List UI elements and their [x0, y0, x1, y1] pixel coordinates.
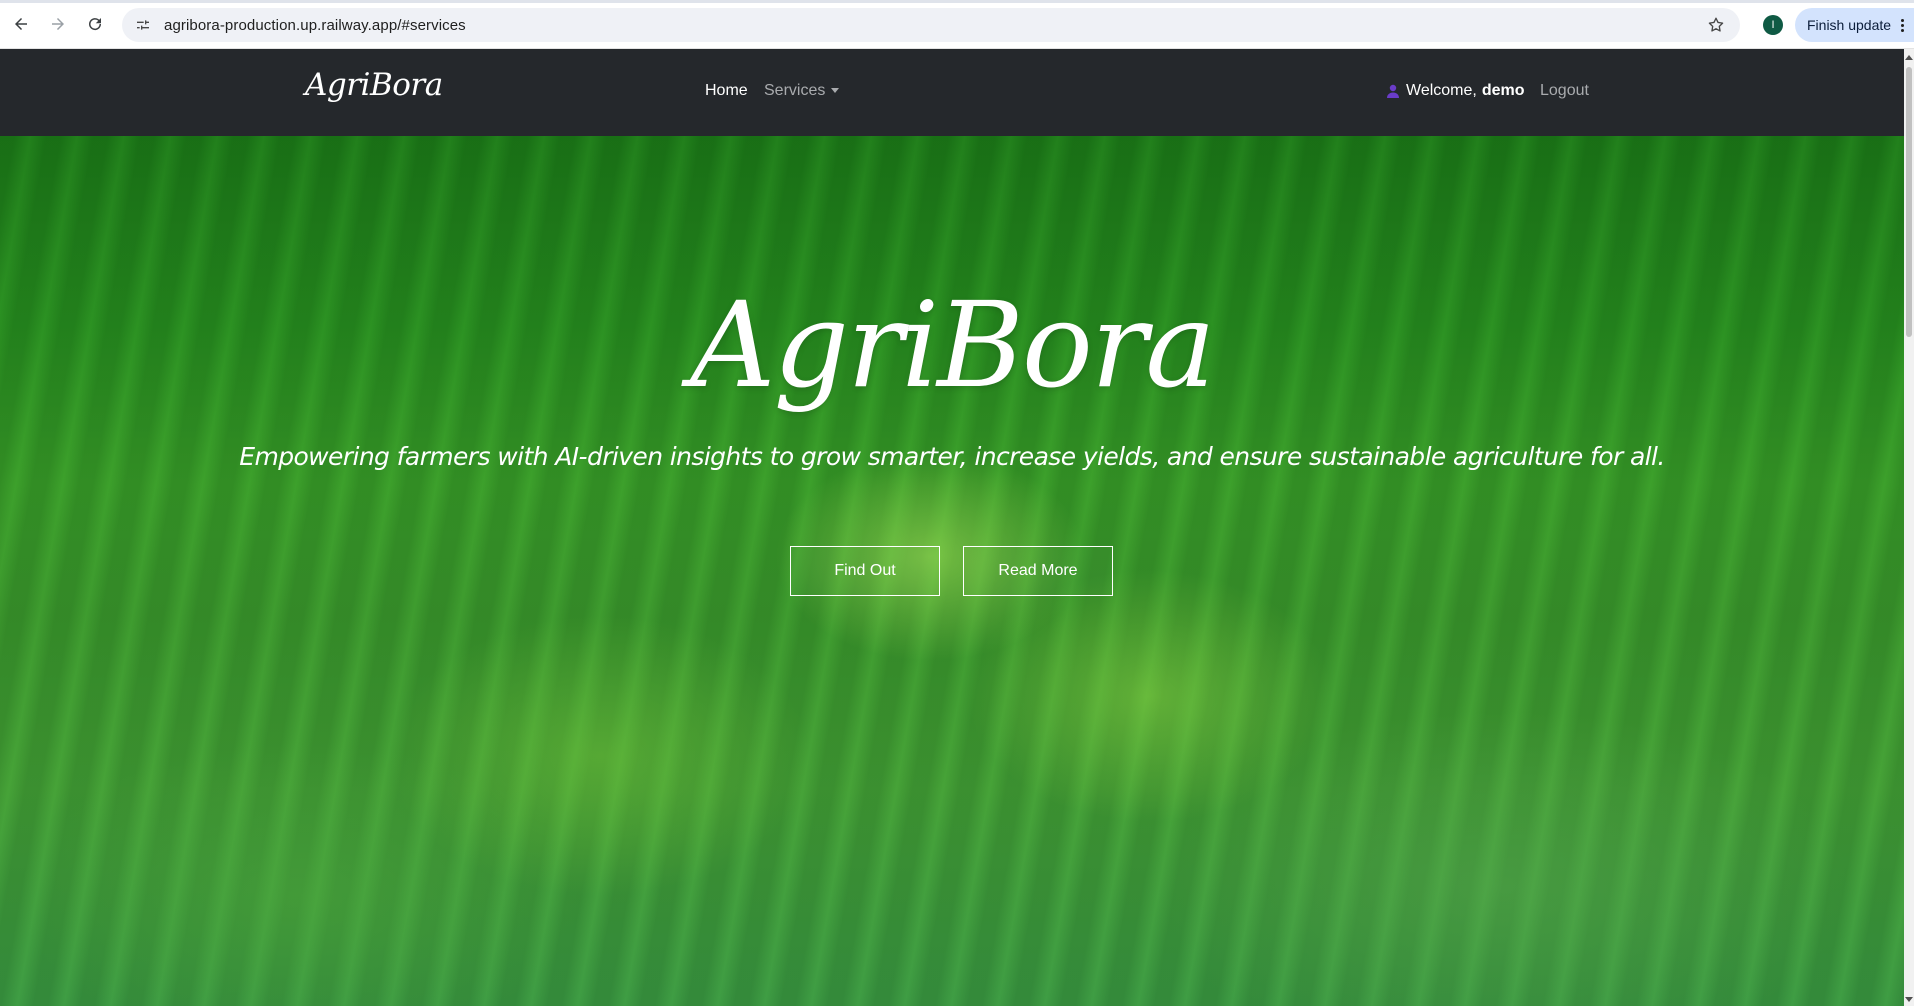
- kebab-menu-icon: [1901, 18, 1905, 32]
- username: demo: [1481, 82, 1525, 99]
- caret-down-icon: [831, 88, 840, 94]
- finish-update-button[interactable]: Finish update: [1795, 8, 1914, 42]
- url-text[interactable]: agribora-production.up.railway.app/#serv…: [164, 17, 466, 34]
- reload-button[interactable]: [77, 6, 113, 42]
- tab-strip-edge: [0, 0, 1914, 3]
- nav-services-dropdown[interactable]: Services: [764, 82, 840, 100]
- find-out-button[interactable]: Find Out: [790, 546, 940, 596]
- user-icon: [1387, 84, 1399, 98]
- logout-link[interactable]: Logout: [1540, 82, 1589, 100]
- bookmark-button[interactable]: [1702, 11, 1730, 39]
- profile-avatar[interactable]: I: [1763, 15, 1783, 35]
- site-info-button[interactable]: [128, 10, 158, 40]
- nav-services-label: Services: [764, 82, 826, 99]
- address-bar[interactable]: agribora-production.up.railway.app/#serv…: [122, 8, 1740, 42]
- tune-icon: [137, 20, 149, 30]
- star-icon: [1708, 17, 1724, 32]
- back-arrow-icon: [15, 18, 27, 30]
- nav-home-link[interactable]: Home: [705, 82, 748, 100]
- forward-arrow-icon: [52, 18, 64, 30]
- browser-toolbar: agribora-production.up.railway.app/#serv…: [0, 0, 1914, 49]
- back-button[interactable]: [3, 6, 39, 42]
- brand-logo[interactable]: AgriBora: [305, 67, 443, 103]
- welcome-prefix: Welcome,: [1406, 82, 1477, 99]
- scroll-down-arrow-icon[interactable]: [1905, 997, 1913, 1002]
- welcome-message: Welcome, demo: [1385, 82, 1525, 100]
- site-navbar: AgriBora Home Services Welcome, demo Log…: [0, 49, 1904, 136]
- hero-section: AgriBora Empowering farmers with AI-driv…: [0, 136, 1904, 1006]
- scrollbar-thumb[interactable]: [1906, 67, 1912, 337]
- reload-icon: [89, 18, 102, 31]
- hero-title: AgriBora: [690, 276, 1215, 414]
- hero-subtitle: Empowering farmers with AI-driven insigh…: [239, 442, 1665, 471]
- read-more-button[interactable]: Read More: [963, 546, 1113, 596]
- page-scrollbar[interactable]: [1904, 49, 1914, 1006]
- finish-update-label: Finish update: [1807, 17, 1892, 33]
- scroll-up-arrow-icon[interactable]: [1905, 55, 1913, 60]
- forward-button[interactable]: [40, 6, 76, 42]
